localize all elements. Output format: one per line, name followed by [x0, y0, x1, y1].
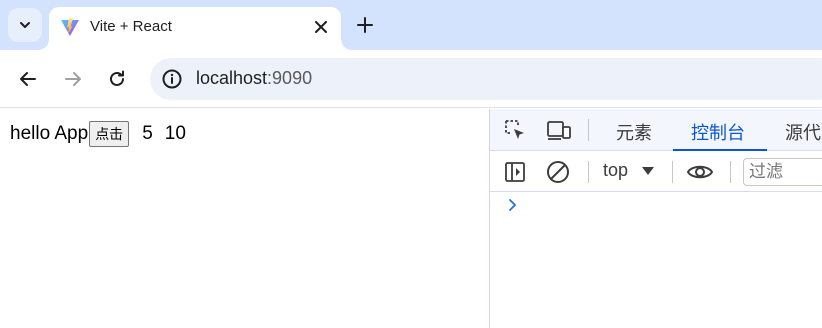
- tab-title: Vite + React: [90, 18, 172, 35]
- toolbar-divider: [730, 161, 731, 183]
- console-toolbar: top: [490, 151, 822, 192]
- back-button[interactable]: [15, 66, 41, 92]
- close-icon: [315, 21, 327, 33]
- device-toolbar-button[interactable]: [545, 118, 573, 142]
- reload-icon: [110, 70, 124, 86]
- console-filter-input[interactable]: [743, 158, 822, 186]
- devtools-panel: 元素 控制台 源代 top: [489, 109, 822, 328]
- arrow-right-icon: [65, 72, 81, 86]
- toolbar-divider: [588, 161, 589, 183]
- chevron-down-icon: [20, 22, 30, 28]
- tab-strip: Vite + React: [0, 0, 822, 50]
- inspect-element-button[interactable]: [503, 118, 527, 142]
- greeting-text: hello App: [10, 123, 89, 144]
- tab-search-button[interactable]: [8, 8, 42, 42]
- sidebar-toggle-icon: [505, 162, 525, 182]
- tab-sources[interactable]: 源代: [785, 119, 821, 145]
- url-port: :9090: [267, 68, 313, 88]
- tab-close-button[interactable]: [309, 15, 333, 39]
- forward-button[interactable]: [60, 66, 86, 92]
- dropdown-arrow-icon: [642, 166, 655, 175]
- arrow-left-icon: [20, 72, 36, 86]
- context-selector[interactable]: top: [603, 160, 655, 181]
- show-sidebar-button[interactable]: [503, 160, 527, 184]
- clear-console-icon: [547, 161, 569, 183]
- info-icon[interactable]: [161, 68, 183, 90]
- url-text[interactable]: localhost:9090: [196, 68, 312, 89]
- value-a: 5: [142, 123, 153, 144]
- toolbar-divider: [672, 161, 673, 183]
- reload-button[interactable]: [104, 66, 130, 92]
- live-expression-button[interactable]: [686, 160, 714, 184]
- vite-logo-icon: [61, 18, 79, 36]
- plus-icon: [357, 17, 373, 33]
- click-button[interactable]: 点击: [89, 121, 130, 147]
- page-viewport: hello App 点击 5 10: [0, 109, 489, 328]
- app-line: hello App 点击 5 10: [10, 121, 186, 147]
- new-tab-button[interactable]: [353, 13, 377, 37]
- devtools-tab-bar: 元素 控制台 源代: [490, 109, 822, 151]
- inspect-element-icon: [505, 120, 524, 139]
- context-value: top: [603, 160, 629, 180]
- toolbar-divider: [588, 119, 589, 141]
- console-prompt-icon: [509, 199, 516, 211]
- tab-elements[interactable]: 元素: [616, 119, 652, 145]
- clear-console-button[interactable]: [546, 160, 570, 184]
- tab-console[interactable]: 控制台: [691, 119, 745, 145]
- browser-tab[interactable]: Vite + React: [39, 7, 351, 50]
- address-bar[interactable]: localhost:9090: [150, 58, 822, 100]
- url-host: localhost: [196, 68, 268, 88]
- eye-icon: [686, 165, 714, 179]
- browser-toolbar: localhost:9090: [0, 50, 822, 108]
- value-b: 10: [164, 123, 186, 144]
- device-toggle-icon: [547, 121, 571, 140]
